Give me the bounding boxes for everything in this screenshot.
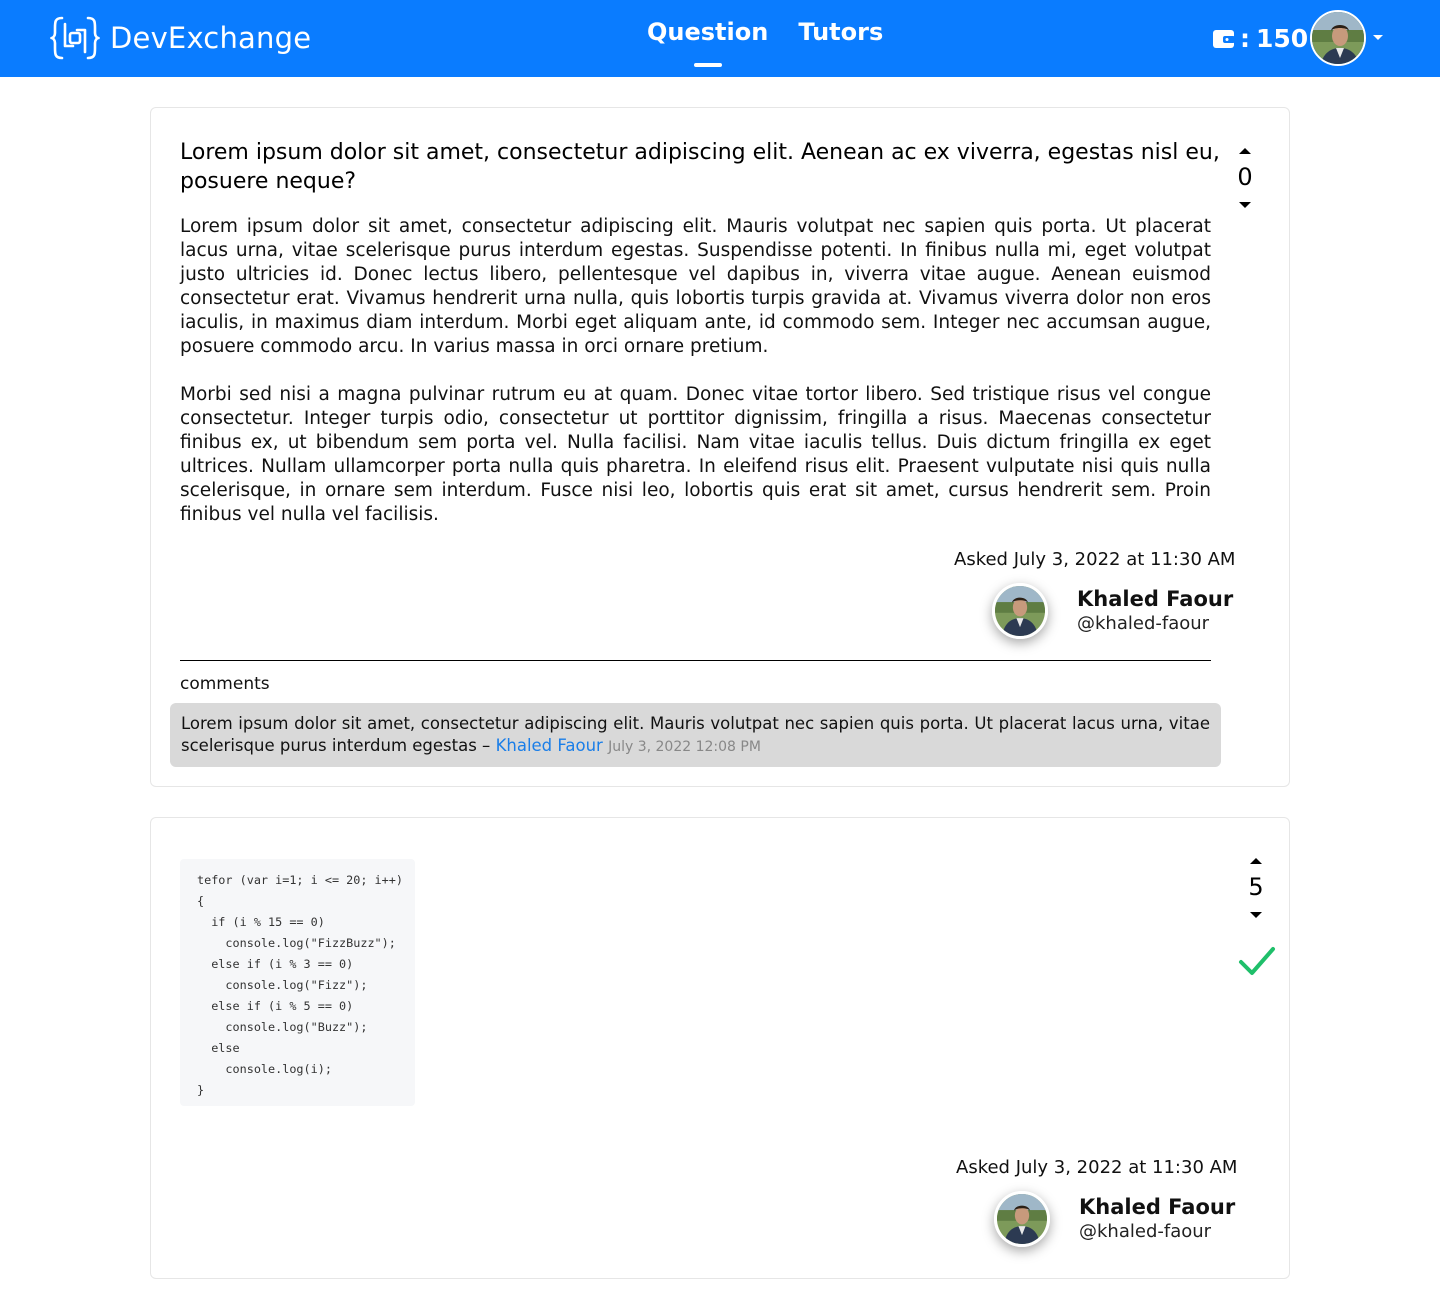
accepted-check-icon[interactable] <box>1238 945 1276 977</box>
question-paragraph: Lorem ipsum dolor sit amet, consectetur … <box>180 216 1211 357</box>
top-navigation-bar: DevExchange Question Tutors : 150 <box>0 0 1440 77</box>
avatar-photo <box>997 1194 1047 1244</box>
comments-heading: comments <box>180 674 270 694</box>
downvote-arrow-icon[interactable] <box>1250 912 1262 918</box>
asked-timestamp: Asked July 3, 2022 at 11:30 AM <box>956 1157 1238 1178</box>
avatar-photo <box>995 586 1045 636</box>
upvote-arrow-icon[interactable] <box>1239 148 1251 154</box>
upvote-arrow-icon[interactable] <box>1250 858 1262 864</box>
user-avatar[interactable] <box>1310 10 1366 66</box>
author-name[interactable]: Khaled Faour <box>1077 586 1233 612</box>
account-menu-caret-icon[interactable] <box>1373 35 1383 40</box>
question-author-info: Asked July 3, 2022 at 11:30 AM Khaled Fa… <box>954 549 1235 639</box>
comment-author-link[interactable]: Khaled Faour <box>496 736 603 755</box>
wallet-amount: 150 <box>1256 24 1309 53</box>
answer-card: tefor (var i=1; i <= 20; i++) { if (i % … <box>150 817 1290 1279</box>
answer-code-block: tefor (var i=1; i <= 20; i++) { if (i % … <box>180 859 415 1106</box>
author-handle: @khaled-faour <box>1079 1221 1212 1242</box>
author-avatar[interactable] <box>994 1191 1050 1247</box>
wallet-balance[interactable]: : 150 <box>1212 24 1308 53</box>
question-body: Lorem ipsum dolor sit amet, consectetur … <box>180 215 1211 551</box>
wallet-separator: : <box>1240 24 1250 53</box>
brand[interactable]: DevExchange <box>50 14 311 62</box>
brand-name: DevExchange <box>110 21 312 55</box>
author-card[interactable]: Khaled Faour @khaled-faour <box>992 583 1235 639</box>
avatar-photo <box>1312 12 1364 64</box>
question-vote-count: 0 <box>1237 163 1253 191</box>
wallet-icon <box>1213 29 1235 48</box>
tab-question[interactable]: Question <box>647 18 768 46</box>
downvote-arrow-icon[interactable] <box>1239 202 1251 208</box>
comment-item: Lorem ipsum dolor sit amet, consectetur … <box>170 703 1221 767</box>
comments-divider <box>180 660 1211 661</box>
author-name[interactable]: Khaled Faour <box>1079 1194 1235 1220</box>
tab-tutors[interactable]: Tutors <box>798 18 883 46</box>
answer-vote-count: 5 <box>1248 873 1264 901</box>
comment-date: July 3, 2022 12:08 PM <box>608 739 761 755</box>
author-handle: @khaled-faour <box>1077 613 1210 634</box>
main-nav: Question Tutors <box>647 18 883 46</box>
answer-vote-widget: 5 <box>1236 858 1276 918</box>
asked-timestamp: Asked July 3, 2022 at 11:30 AM <box>954 549 1236 570</box>
question-card: Lorem ipsum dolor sit amet, consectetur … <box>150 107 1290 787</box>
answer-author-info: Asked July 3, 2022 at 11:30 AM Khaled Fa… <box>956 1157 1237 1247</box>
author-avatar[interactable] <box>992 583 1048 639</box>
brand-logo-icon <box>50 16 100 60</box>
question-paragraph: Morbi sed nisi a magna pulvinar rutrum e… <box>180 384 1211 525</box>
author-card[interactable]: Khaled Faour @khaled-faour <box>994 1191 1237 1247</box>
question-title: Lorem ipsum dolor sit amet, consectetur … <box>180 140 1220 194</box>
question-vote-widget: 0 <box>1225 148 1265 208</box>
